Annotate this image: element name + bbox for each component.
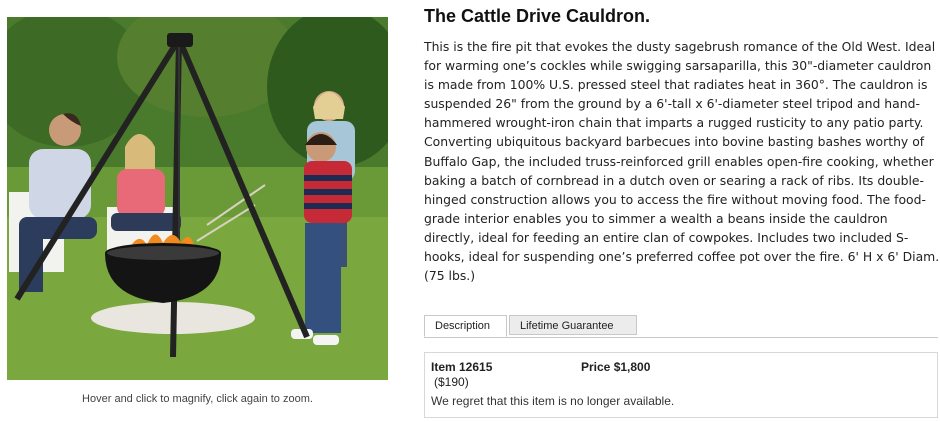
item-number: Item 12615 [431,360,493,374]
product-photo-illustration [7,17,388,380]
product-description: This is the fire pit that evokes the dus… [424,39,940,284]
product-title: The Cattle Drive Cauldron. [424,6,651,26]
shipping-cost: ($190) [434,375,469,389]
product-tabs: Description Lifetime Guarantee [424,315,938,338]
tab-lifetime-guarantee[interactable]: Lifetime Guarantee [509,315,637,335]
tab-description[interactable]: Description [424,315,507,337]
item-price: Price $1,800 [581,360,651,374]
image-zoom-hint: Hover and click to magnify, click again … [82,393,313,405]
purchase-info-box: Item 12615 Price $1,800 ($190) We regret… [424,352,938,418]
product-image[interactable] [7,17,388,380]
availability-notice: We regret that this item is no longer av… [431,394,675,408]
